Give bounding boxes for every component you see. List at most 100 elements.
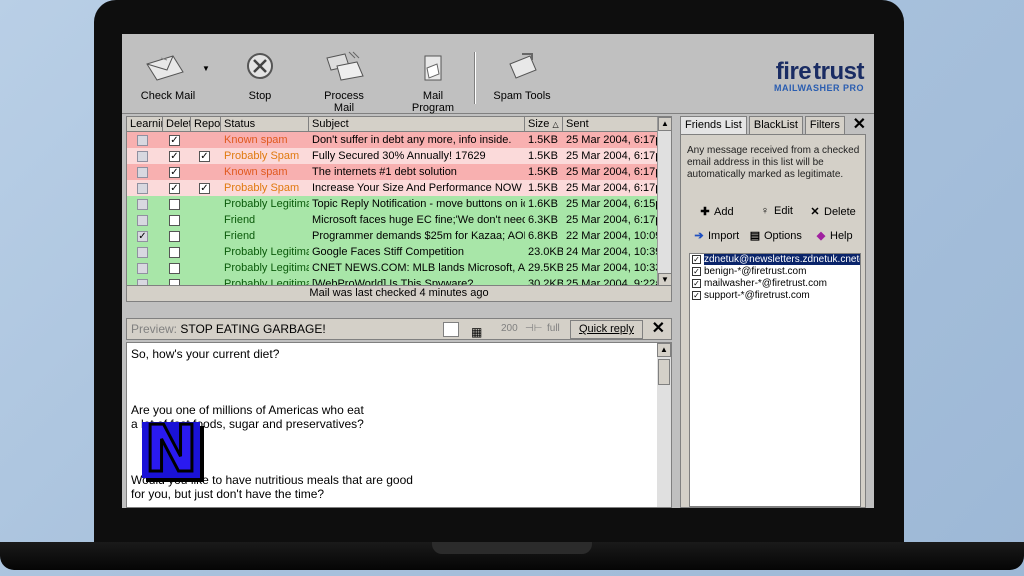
delete-cell xyxy=(163,212,191,228)
friend-item[interactable]: ✓ benign-*@firetrust.com xyxy=(690,266,860,278)
table-row[interactable]: ✓ Known spam The internets #1 debt solutio… xyxy=(127,164,671,180)
help-icon: ◆ xyxy=(816,230,826,242)
scroll-up-icon[interactable]: ▲ xyxy=(658,117,671,131)
friend-item[interactable]: ✓ mailwasher-*@firetrust.com xyxy=(690,278,860,290)
friend-address: benign-*@firetrust.com xyxy=(704,266,807,277)
learning-checkbox[interactable] xyxy=(137,134,148,146)
delete-checkbox[interactable]: ✓ xyxy=(169,182,180,194)
tab-friends-list[interactable]: Friends List xyxy=(680,116,747,134)
preview-subject: STOP EATING GARBAGE! xyxy=(180,322,326,336)
delete-checkbox[interactable]: ✓ xyxy=(169,150,180,162)
size-slider-icon[interactable]: ⊣⊢ xyxy=(525,319,542,339)
text-view-icon[interactable] xyxy=(443,322,459,337)
table-row[interactable]: ✓ Known spam Don't suffer in debt any more… xyxy=(127,132,671,148)
preview-scroll-up-icon[interactable]: ▲ xyxy=(657,343,671,357)
add-friend-button[interactable]: ✚ Add xyxy=(699,205,733,218)
spam-tools-icon xyxy=(509,53,537,79)
options-button[interactable]: ▤ Options xyxy=(749,229,802,242)
learning-checkbox[interactable] xyxy=(137,150,148,162)
delete-friend-button[interactable]: ✕ Delete xyxy=(809,205,855,218)
table-row[interactable]: ✓ Friend Programmer demands $25m for Kazaa… xyxy=(127,228,671,244)
status-cell: Probably Legitimate xyxy=(224,198,309,210)
table-row[interactable]: Probably LegitimateCNET NEWS.COM: MLB la… xyxy=(127,260,671,276)
quick-reply-button[interactable]: Quick reply xyxy=(569,320,643,339)
delete-checkbox[interactable] xyxy=(169,262,180,274)
learning-cell xyxy=(127,132,163,148)
delete-checkbox[interactable]: ✓ xyxy=(169,134,180,146)
tab-filters[interactable]: Filters xyxy=(804,116,845,134)
preview-line: Would you like to have nutritious meals … xyxy=(131,473,413,487)
friend-item[interactable]: ✓ support-*@firetrust.com xyxy=(690,290,860,302)
col-status[interactable]: Status xyxy=(221,117,309,131)
import-button[interactable]: ➔ Import xyxy=(693,229,739,242)
delete-checkbox[interactable] xyxy=(169,214,180,226)
n-logo-letter: N xyxy=(143,413,200,487)
col-size[interactable]: Size △ xyxy=(525,117,563,131)
status-cell: Friend xyxy=(224,214,256,226)
import-icon: ➔ xyxy=(694,230,704,242)
close-preview-icon[interactable]: ✕ xyxy=(652,319,665,339)
preview-line: for you, but just don't have the time? xyxy=(131,487,325,501)
friend-checkbox[interactable]: ✓ xyxy=(692,266,701,276)
learning-checkbox[interactable] xyxy=(137,214,148,226)
col-report[interactable]: Repo xyxy=(191,117,221,131)
col-sent[interactable]: Sent xyxy=(563,117,659,131)
preview-line: a lot of fast foods, sugar and preservat… xyxy=(131,417,364,431)
table-row[interactable]: Probably LegitimateGoogle Faces Stiff Co… xyxy=(127,244,671,260)
close-panel-icon[interactable]: ✕ xyxy=(853,114,866,134)
table-row[interactable]: ✓ ✓ Probably Spam Increase Your Size And Pe… xyxy=(127,180,671,196)
friend-item[interactable]: ✓ zdnetuk@newsletters.zdnetuk.cnete xyxy=(690,254,860,266)
stop-label: Stop xyxy=(248,90,272,102)
logo-subtitle: MAILWASHER PRO xyxy=(773,83,864,93)
table-row[interactable]: Friend Microsoft faces huge EC fine;'We d… xyxy=(127,212,671,228)
tab-blacklist[interactable]: BlackList xyxy=(748,116,803,134)
learning-cell xyxy=(127,212,163,228)
friend-checkbox[interactable]: ✓ xyxy=(692,290,701,300)
learning-checkbox[interactable] xyxy=(137,262,148,274)
spam-tools-button[interactable]: Spam Tools xyxy=(492,50,552,102)
report-checkbox[interactable]: ✓ xyxy=(199,182,210,194)
learning-checkbox[interactable] xyxy=(137,182,148,194)
learning-checkbox[interactable] xyxy=(137,166,148,178)
delete-checkbox[interactable] xyxy=(169,230,180,242)
sent-cell: 25 Mar 2004, 6:17pm xyxy=(566,166,659,178)
learning-checkbox[interactable] xyxy=(137,246,148,258)
table-row[interactable]: ✓ ✓ Probably Spam Fully Secured 30% Annuall… xyxy=(127,148,671,164)
friend-checkbox[interactable]: ✓ xyxy=(692,278,701,288)
check-mail-button[interactable]: Check Mail xyxy=(140,50,196,102)
process-mail-button[interactable]: Process Mail xyxy=(314,50,374,114)
mail-list: Learnin Delet Repo Status Subject Size △… xyxy=(126,116,672,302)
check-mail-dropdown-icon[interactable]: ▼ xyxy=(202,64,210,73)
col-delete[interactable]: Delet xyxy=(163,117,191,131)
mail-status-bar: Mail was last checked 4 minutes ago xyxy=(127,285,671,301)
preview-scroll-thumb[interactable] xyxy=(658,359,670,385)
preview-scrollbar[interactable]: ▲ xyxy=(657,343,671,507)
plus-icon: ✚ xyxy=(700,206,710,218)
delete-checkbox[interactable] xyxy=(169,246,180,258)
sent-cell: 24 Mar 2004, 10:39a xyxy=(566,246,659,258)
subject-cell: Topic Reply Notification - move buttons … xyxy=(312,198,525,210)
learning-checkbox[interactable] xyxy=(137,198,148,210)
friend-checkbox[interactable]: ✓ xyxy=(692,254,701,264)
mail-list-header: Learnin Delet Repo Status Subject Size △… xyxy=(127,117,671,132)
learning-checkbox[interactable]: ✓ xyxy=(137,230,148,242)
mail-program-button[interactable]: Mail Program xyxy=(402,50,464,114)
edit-friend-button[interactable]: ♀ Edit xyxy=(759,205,793,217)
html-view-icon[interactable]: ▦ xyxy=(471,322,487,339)
options-icon: ▤ xyxy=(749,230,761,242)
col-learning[interactable]: Learnin xyxy=(127,117,163,131)
mail-list-scrollbar[interactable]: ▲ ▼ xyxy=(657,117,671,287)
preview-line xyxy=(131,375,667,389)
delete-cell xyxy=(163,196,191,212)
delete-checkbox[interactable]: ✓ xyxy=(169,166,180,178)
delete-cell xyxy=(163,260,191,276)
help-button[interactable]: ◆ Help xyxy=(815,229,853,242)
learning-cell xyxy=(127,196,163,212)
delete-checkbox[interactable] xyxy=(169,198,180,210)
col-subject[interactable]: Subject xyxy=(309,117,525,131)
delete-cell xyxy=(163,228,191,244)
report-checkbox[interactable]: ✓ xyxy=(199,150,210,162)
table-row[interactable]: Probably LegitimateTopic Reply Notificat… xyxy=(127,196,671,212)
firetrust-logo: firetrust MAILWASHER PRO xyxy=(773,58,865,93)
stop-button[interactable]: Stop xyxy=(236,50,284,102)
